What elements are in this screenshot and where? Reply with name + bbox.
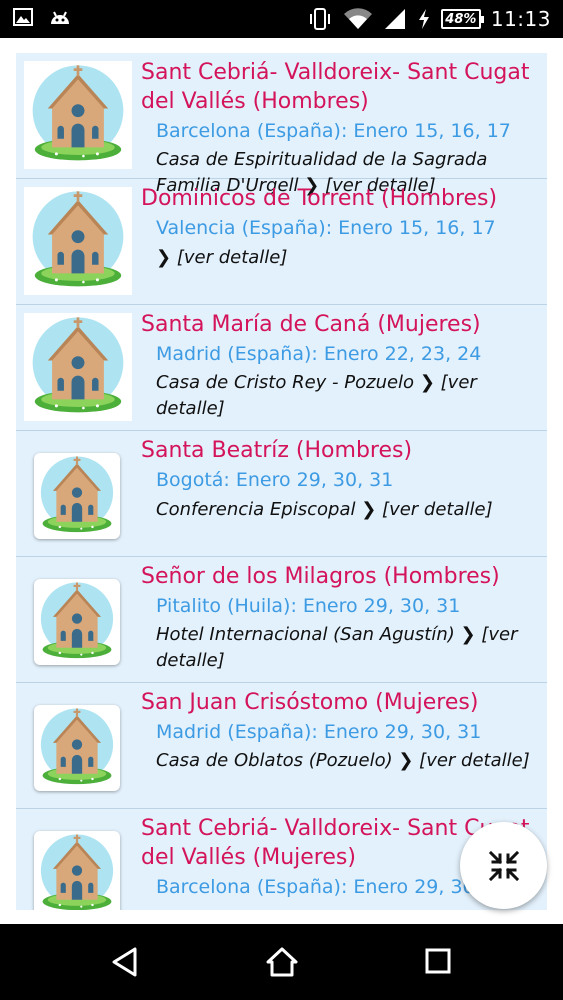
- item-title: San Juan Crisóstomo (Mujeres): [141, 690, 479, 715]
- item-description: Casa de Oblatos (Pozuelo) ❯ [ver detalle…: [156, 748, 536, 774]
- item-description: Conferencia Episcopal ❯ [ver detalle]: [156, 497, 536, 523]
- item-location: Madrid (España): Enero 22, 23, 24: [156, 343, 482, 365]
- church-icon: [24, 61, 132, 169]
- battery-percent: 48%: [445, 11, 477, 27]
- status-bar: 48% 11:13: [0, 0, 563, 38]
- list-item[interactable]: Sant Cebriá- Valldoreix- Sant Cugat del …: [16, 53, 547, 196]
- item-place: Hotel Internacional (San Agustín): [156, 624, 455, 645]
- battery-indicator: 48%: [440, 9, 484, 29]
- signal-icon: [384, 9, 405, 29]
- navigation-bar: [0, 924, 563, 1000]
- item-title: Santa María de Caná (Mujeres): [141, 312, 481, 337]
- vibrate-icon: [309, 8, 330, 30]
- android-notification-icon: [51, 11, 69, 24]
- church-icon: [34, 453, 120, 539]
- church-icon: [24, 313, 132, 421]
- chevron-right-icon: ❯: [419, 372, 435, 393]
- chevron-right-icon: ❯: [460, 624, 476, 645]
- back-triangle-icon[interactable]: [110, 946, 140, 978]
- collapse-icon: [488, 850, 519, 881]
- list-item[interactable]: Santa María de Caná (Mujeres) Madrid (Es…: [16, 305, 547, 431]
- wifi-icon: [343, 8, 372, 30]
- chevron-right-icon: ❯: [361, 499, 377, 520]
- clock: 11:13: [490, 7, 551, 31]
- item-location: Barcelona (España): Enero 15, 16, 17: [156, 120, 511, 142]
- item-location: Pitalito (Huila): Enero 29, 30, 31: [156, 595, 461, 617]
- item-description: Casa de Cristo Rey - Pozuelo ❯ [ver deta…: [156, 370, 536, 422]
- list-item[interactable]: Dominicos de Torrent (Hombres) Valencia …: [16, 179, 547, 305]
- item-title: Sant Cebriá- Valldoreix- Sant Cugat del …: [141, 60, 530, 114]
- list-item[interactable]: Santa Beatríz (Hombres) Bogotá: Enero 29…: [16, 431, 547, 557]
- charging-icon: [418, 9, 429, 29]
- church-icon: [34, 705, 120, 791]
- list-item[interactable]: Señor de los Milagros (Hombres) Pitalito…: [16, 557, 547, 683]
- item-title: Señor de los Milagros (Hombres): [141, 564, 500, 589]
- item-place: Casa de Oblatos (Pozuelo): [156, 750, 393, 771]
- church-icon: [34, 831, 120, 910]
- item-description: ❯ [ver detalle]: [156, 245, 536, 271]
- church-icon: [24, 187, 132, 295]
- item-location: Bogotá: Enero 29, 30, 31: [156, 469, 394, 491]
- church-icon: [34, 579, 120, 665]
- view-detail-link[interactable]: [ver detalle]: [177, 247, 288, 268]
- item-title: Dominicos de Torrent (Hombres): [141, 186, 498, 211]
- home-icon[interactable]: [265, 946, 299, 978]
- item-location: Valencia (España): Enero 15, 16, 17: [156, 217, 496, 239]
- collapse-button[interactable]: [460, 822, 547, 909]
- list-item[interactable]: San Juan Crisóstomo (Mujeres) Madrid (Es…: [16, 683, 547, 809]
- recents-square-icon[interactable]: [424, 946, 452, 976]
- chevron-right-icon: ❯: [398, 750, 414, 771]
- view-detail-link[interactable]: [ver detalle]: [419, 750, 530, 771]
- event-list[interactable]: Sant Cebriá- Valldoreix- Sant Cugat del …: [16, 53, 547, 910]
- gallery-notification-icon: [13, 8, 33, 26]
- item-location: Madrid (España): Enero 29, 30, 31: [156, 721, 482, 743]
- chevron-right-icon: ❯: [156, 247, 172, 268]
- item-place: Conferencia Episcopal: [156, 499, 356, 520]
- item-title: Santa Beatríz (Hombres): [141, 438, 413, 463]
- item-description: Hotel Internacional (San Agustín) ❯ [ver…: [156, 622, 536, 674]
- view-detail-link[interactable]: [ver detalle]: [382, 499, 493, 520]
- item-place: Casa de Cristo Rey - Pozuelo: [156, 372, 415, 393]
